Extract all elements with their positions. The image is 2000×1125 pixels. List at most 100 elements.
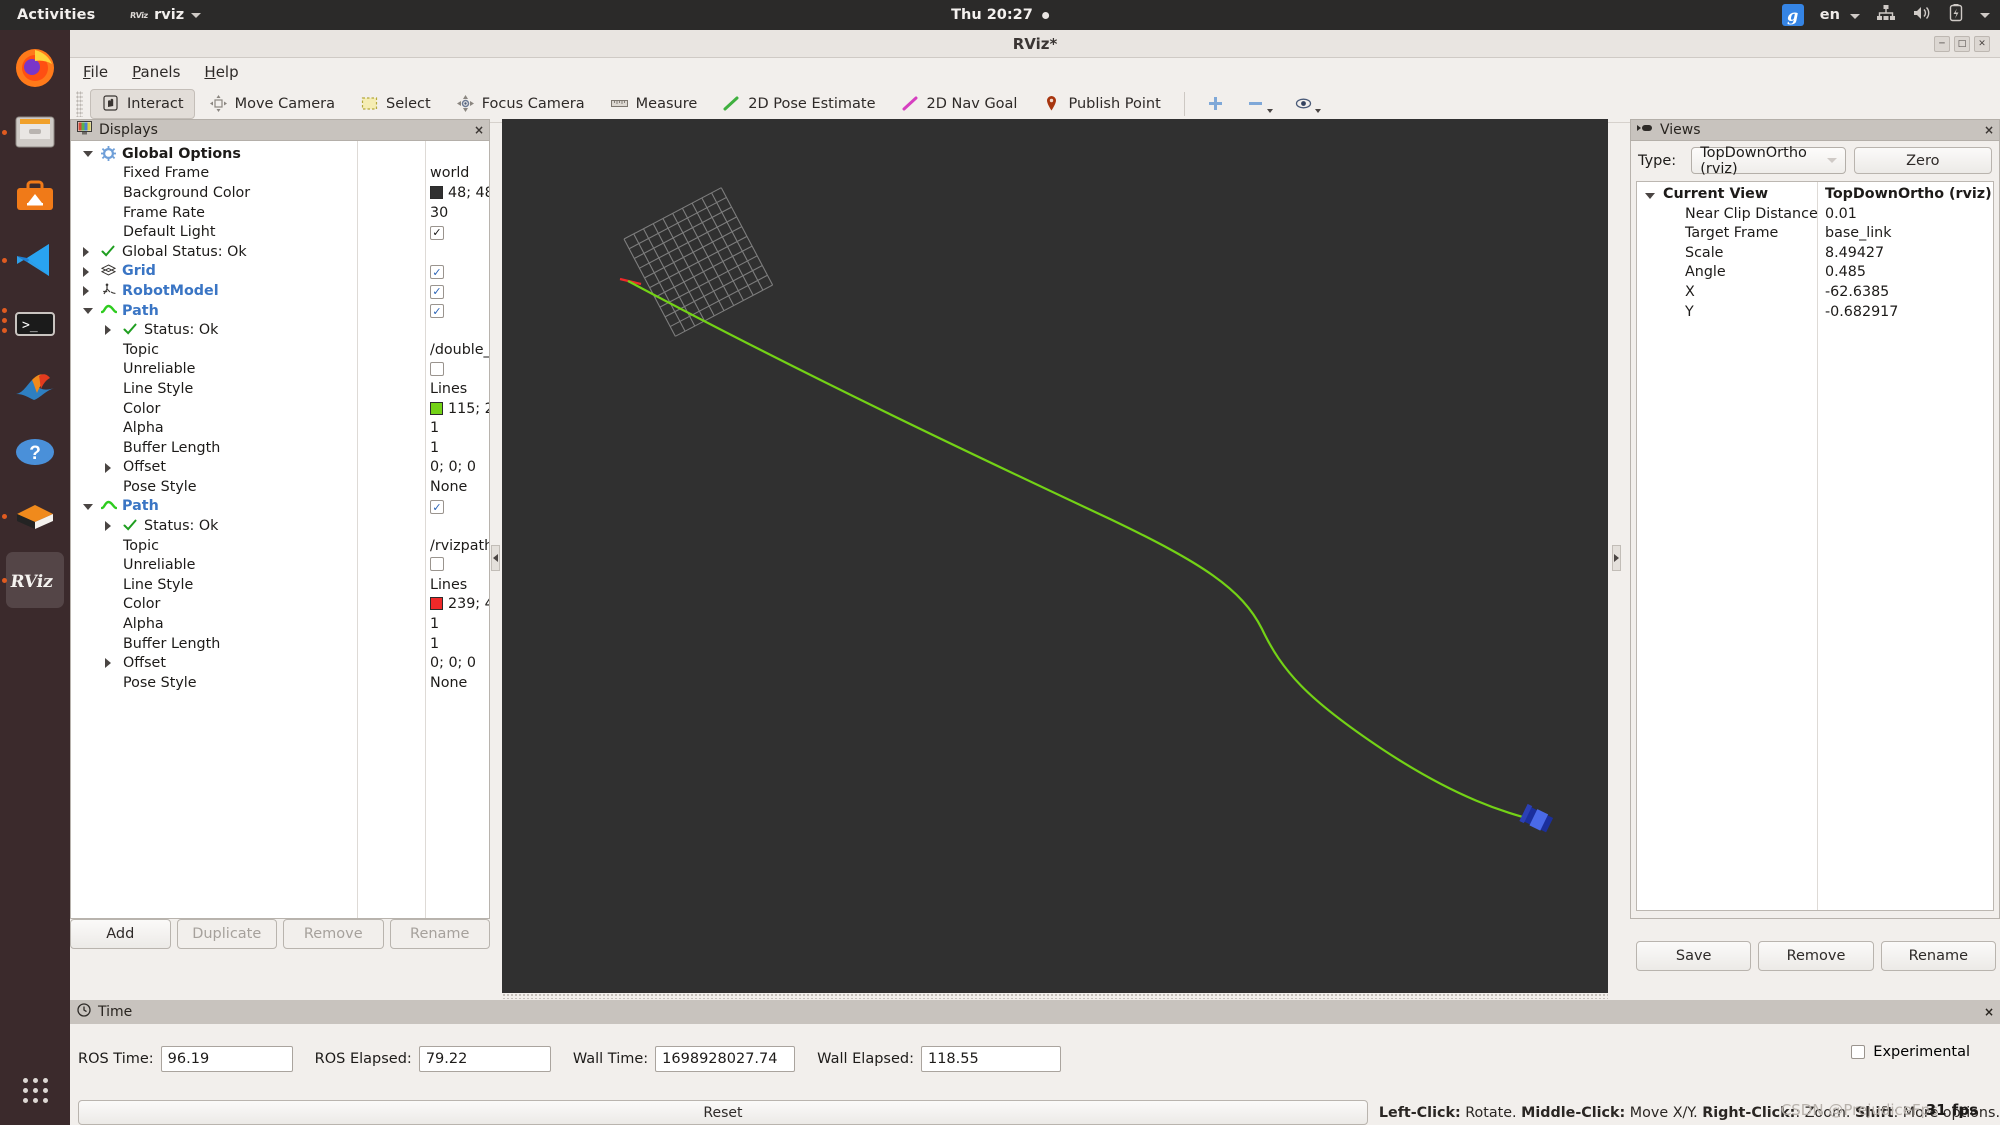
display-property-value[interactable]: 0; 0; 0 [430,655,476,671]
language-indicator[interactable]: en [1820,7,1860,23]
dock-item-toolbox[interactable] [0,164,70,228]
menu-panels[interactable]: Panels [132,63,180,81]
chevron-down-icon[interactable] [1980,12,1990,18]
display-property-color-value[interactable]: 239; 41; 41 [430,596,489,612]
tool-measure[interactable]: Measure [599,89,709,119]
dock-item-files[interactable] [0,100,70,164]
dock-item-firefox[interactable] [0,36,70,100]
display-property-row[interactable]: Background Color 48; 48; 48 [71,183,489,203]
display-property-row[interactable]: Offset 0; 0; 0 [71,458,489,478]
display-property-checkbox[interactable]: ✓ [430,224,444,240]
activities-button[interactable]: Activities [17,7,96,23]
duplicate-button[interactable]: Duplicate [176,919,277,949]
display-property-value[interactable]: /rvizpath [430,538,489,554]
display-property-row[interactable]: Unreliable [71,360,489,380]
expander-right-icon[interactable] [105,521,114,532]
display-property-row[interactable]: Color 239; 41; 41 [71,595,489,615]
display-property-checkbox[interactable] [430,557,444,575]
expander-right-icon[interactable] [105,462,114,473]
view-property-value[interactable]: base_link [1825,225,1892,241]
display-property-row[interactable]: Default Light ✓ [71,222,489,242]
display-property-value[interactable]: 1 [430,440,439,456]
dock-item-help[interactable]: ? [0,420,70,484]
display-property-row[interactable]: Line Style Lines [71,575,489,595]
tool-interact[interactable]: Interact [90,88,195,119]
display-property-value[interactable]: Lines [430,577,467,593]
tool-select[interactable]: Select [349,89,442,119]
view-property-value[interactable]: 0.01 [1825,206,1857,222]
view-property-row[interactable]: Angle 0.485 [1637,264,1995,284]
displays-tree[interactable]: Global Options Fixed Frame world Background… [70,141,490,919]
display-property-row[interactable]: Alpha 1 [71,418,489,438]
tool-2d-pose-estimate[interactable]: 2D Pose Estimate [711,89,886,119]
3d-viewport[interactable] [502,119,1608,993]
display-property-row[interactable]: Status: Ok [71,516,489,536]
expander-down-icon[interactable] [83,151,93,160]
close-icon[interactable]: × [1984,1005,1994,1019]
dock-item-matlab[interactable] [0,356,70,420]
display-property-row[interactable]: Topic/double_lane [71,340,489,360]
dock-item-terminal[interactable]: >_ [0,292,70,356]
view-property-row[interactable]: Y -0.682917 [1637,304,1995,324]
maximize-button[interactable]: □ [1954,35,1970,52]
rename-view-button[interactable]: Rename [1880,941,1996,971]
view-property-row[interactable]: Near Clip Distance 0.01 [1637,206,1995,226]
display-property-row[interactable]: Path ✓ [71,301,489,321]
view-property-value[interactable]: 0.485 [1825,264,1866,280]
display-property-row[interactable]: Global Status: Ok [71,242,489,262]
dock-item-rviz[interactable]: RViz [0,548,70,612]
views-tree[interactable]: Current View TopDownOrtho (rviz) Near Clip… [1636,181,1994,911]
display-property-row[interactable]: Buffer Length 1 [71,634,489,654]
ros-elapsed-input[interactable]: 79.22 [418,1046,551,1072]
display-property-checkbox[interactable]: ✓ [430,499,444,515]
display-property-row[interactable]: Fixed Frame world [71,164,489,184]
add-button[interactable]: Add [70,919,171,949]
display-property-row[interactable]: Pose Style None [71,477,489,497]
dock-item-sublime-text[interactable] [0,484,70,548]
view-type-select[interactable]: TopDownOrtho (rviz) [1691,145,1846,177]
view-property-row[interactable]: Scale 8.49427 [1637,245,1995,265]
view-property-value[interactable]: -62.6385 [1825,284,1889,300]
expander-right-icon[interactable] [105,658,114,669]
view-property-row[interactable]: Current View TopDownOrtho (rviz) [1637,186,1995,206]
display-property-value[interactable]: 30 [430,205,448,221]
show-applications-button[interactable] [0,1075,70,1105]
display-property-row[interactable]: Color 115; 210; 22 [71,399,489,419]
right-panel-collapse-handle[interactable] [1612,545,1621,571]
display-property-value[interactable]: world [430,165,469,181]
ros-time-input[interactable]: 96.19 [160,1046,293,1072]
tool-move-camera[interactable]: Move Camera [198,89,346,119]
display-property-row[interactable]: Grid ✓ [71,262,489,282]
close-button[interactable]: ✕ [1974,35,1990,52]
view-property-row[interactable]: Target Frame base_link [1637,225,1995,245]
dock-item-vscode[interactable] [0,228,70,292]
display-property-value[interactable]: None [430,675,467,691]
display-property-value[interactable]: 1 [430,420,439,436]
display-property-row[interactable]: Frame Rate 30 [71,203,489,223]
tool-add[interactable] [1197,89,1234,119]
expander-right-icon[interactable] [83,246,92,257]
display-property-row[interactable]: Pose Style None [71,673,489,693]
display-property-checkbox[interactable]: ✓ [430,264,444,280]
minimize-button[interactable]: ─ [1934,35,1950,52]
tool-2d-nav-goal[interactable]: 2D Nav Goal [890,89,1029,119]
expander-right-icon[interactable] [83,286,92,297]
close-icon[interactable]: × [1984,123,1994,137]
view-property-value[interactable]: -0.682917 [1825,304,1898,320]
display-property-checkbox[interactable]: ✓ [430,303,444,319]
display-property-value[interactable]: 0; 0; 0 [430,459,476,475]
viewport-bottom-splitter[interactable] [502,993,1608,999]
display-property-row[interactable]: Unreliable [71,555,489,575]
display-property-checkbox[interactable]: ✓ [430,283,444,299]
reset-button[interactable]: Reset [78,1100,1368,1125]
expander-down-icon[interactable] [83,307,93,317]
rename-button[interactable]: Rename [389,919,490,949]
remove-button[interactable]: Remove [283,919,384,949]
display-property-checkbox[interactable] [430,361,444,380]
display-property-row[interactable]: RobotModel ✓ [71,281,489,301]
display-property-value[interactable]: /double_lane [430,342,489,358]
toolbar-grip[interactable] [76,90,83,117]
volume-icon[interactable] [1912,4,1932,26]
close-icon[interactable]: × [474,123,484,137]
wall-time-input[interactable]: 1698928027.74 [655,1046,796,1072]
